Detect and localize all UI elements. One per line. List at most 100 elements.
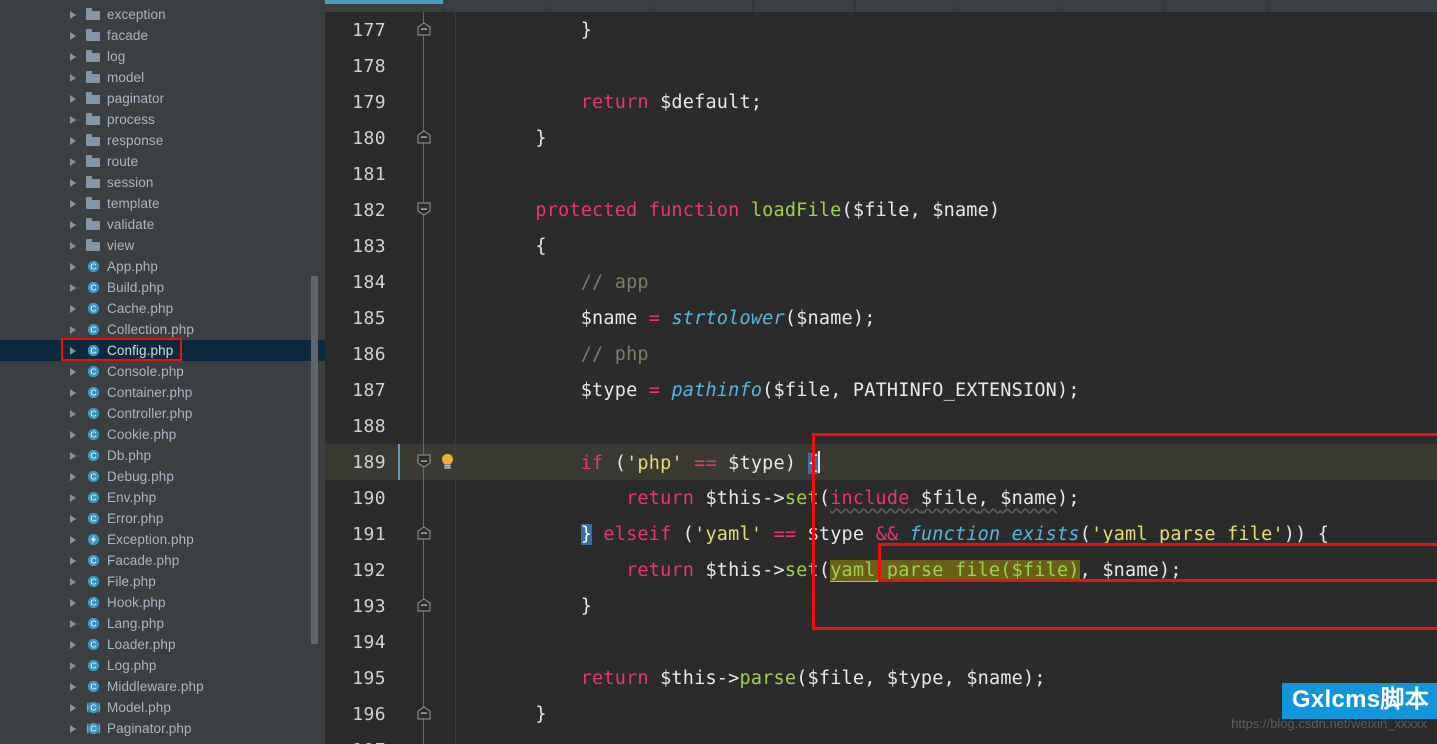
expand-arrow-icon[interactable]: [68, 261, 80, 273]
file-tree-item[interactable]: C Hook.php: [0, 592, 325, 613]
file-tree-item[interactable]: C Model.php: [0, 697, 325, 718]
code-fold-toggle-icon[interactable]: [416, 453, 432, 469]
line-number[interactable]: 194: [325, 632, 395, 653]
expand-arrow-icon[interactable]: [68, 72, 80, 84]
code-line-text[interactable]: }: [490, 128, 1437, 149]
code-line[interactable]: 191 } elseif ('yaml' == $type && functio…: [325, 516, 1437, 552]
expand-arrow-icon[interactable]: [68, 114, 80, 126]
code-line-text[interactable]: $type = pathinfo($file, PATHINFO_EXTENSI…: [490, 380, 1437, 401]
file-tree-item[interactable]: paginator: [0, 88, 325, 109]
code-line[interactable]: 197: [325, 732, 1437, 744]
code-line[interactable]: 192 return $this->set(yaml_parse_file($f…: [325, 552, 1437, 588]
line-number[interactable]: 183: [325, 236, 395, 257]
code-line-text[interactable]: }: [490, 596, 1437, 617]
line-number[interactable]: 197: [325, 740, 395, 744]
code-line-text[interactable]: }: [490, 20, 1437, 41]
expand-arrow-icon[interactable]: [68, 471, 80, 483]
expand-arrow-icon[interactable]: [68, 366, 80, 378]
file-tree-item[interactable]: C Lang.php: [0, 613, 325, 634]
code-line-text[interactable]: return $this->set(include $file, $name);: [490, 488, 1437, 509]
expand-arrow-icon[interactable]: [68, 723, 80, 735]
line-number[interactable]: 181: [325, 164, 395, 185]
file-tree-item[interactable]: C Config.php: [0, 340, 325, 361]
code-line[interactable]: 193 }: [325, 588, 1437, 624]
expand-arrow-icon[interactable]: [68, 450, 80, 462]
line-number[interactable]: 191: [325, 524, 395, 545]
code-fold-toggle-icon[interactable]: [416, 597, 432, 613]
file-tree-item[interactable]: C Error.php: [0, 508, 325, 529]
editor-gutter[interactable]: [395, 444, 490, 480]
file-tree-item[interactable]: C Debug.php: [0, 466, 325, 487]
editor-gutter[interactable]: [395, 624, 490, 660]
editor-gutter[interactable]: [395, 372, 490, 408]
file-tree-item[interactable]: C Paginator.php: [0, 718, 325, 739]
line-number[interactable]: 192: [325, 560, 395, 581]
file-tree-item[interactable]: C Collection.php: [0, 319, 325, 340]
code-line[interactable]: 189 if ('php' == $type) {: [325, 444, 1437, 480]
line-number[interactable]: 180: [325, 128, 395, 149]
file-tree-item[interactable]: exception: [0, 4, 325, 25]
code-line-text[interactable]: return $default;: [490, 92, 1437, 113]
editor-gutter[interactable]: [395, 552, 490, 588]
line-number[interactable]: 188: [325, 416, 395, 437]
code-line-text[interactable]: return $this->set(yaml_parse_file($file)…: [490, 559, 1437, 582]
line-number[interactable]: 189: [325, 452, 395, 473]
project-file-tree-panel[interactable]: exception facade log model paginator process r…: [0, 0, 325, 744]
editor-gutter[interactable]: [395, 516, 490, 552]
editor-gutter[interactable]: [395, 156, 490, 192]
editor-gutter[interactable]: [395, 264, 490, 300]
expand-arrow-icon[interactable]: [68, 198, 80, 210]
file-tree-item[interactable]: C Cache.php: [0, 298, 325, 319]
expand-arrow-icon[interactable]: [68, 9, 80, 21]
editor-gutter[interactable]: [395, 84, 490, 120]
line-number[interactable]: 179: [325, 92, 395, 113]
expand-arrow-icon[interactable]: [68, 429, 80, 441]
expand-arrow-icon[interactable]: [68, 639, 80, 651]
file-tree-item[interactable]: route: [0, 151, 325, 172]
expand-arrow-icon[interactable]: [68, 660, 80, 672]
code-line-text[interactable]: {: [490, 236, 1437, 257]
editor-gutter[interactable]: [395, 696, 490, 732]
editor-gutter[interactable]: [395, 12, 490, 48]
expand-arrow-icon[interactable]: [68, 576, 80, 588]
file-tree-item[interactable]: template: [0, 193, 325, 214]
file-tree-item[interactable]: C Log.php: [0, 655, 325, 676]
file-tree-item[interactable]: C Loader.php: [0, 634, 325, 655]
file-tree-list[interactable]: exception facade log model paginator process r…: [0, 0, 325, 739]
code-line[interactable]: 177 }: [325, 12, 1437, 48]
code-line-text[interactable]: } elseif ('yaml' == $type && function_ex…: [490, 523, 1437, 545]
code-line[interactable]: 187 $type = pathinfo($file, PATHINFO_EXT…: [325, 372, 1437, 408]
line-number[interactable]: 182: [325, 200, 395, 221]
file-tree-item[interactable]: model: [0, 67, 325, 88]
code-lines-container[interactable]: 177 } 178 179 return $default; 180 } 181 182 …: [325, 12, 1437, 744]
expand-arrow-icon[interactable]: [68, 177, 80, 189]
expand-arrow-icon[interactable]: [68, 702, 80, 714]
code-editor-panel[interactable]: 177 } 178 179 return $default; 180 } 181 182 …: [325, 0, 1437, 744]
code-line-text[interactable]: // app: [490, 272, 1437, 293]
file-tree-item[interactable]: C Console.php: [0, 361, 325, 382]
line-number[interactable]: 184: [325, 272, 395, 293]
code-line[interactable]: 185 $name = strtolower($name);: [325, 300, 1437, 336]
code-fold-toggle-icon[interactable]: [416, 201, 432, 217]
line-number[interactable]: 195: [325, 668, 395, 689]
editor-gutter[interactable]: [395, 120, 490, 156]
code-line-text[interactable]: if ('php' == $type) {: [490, 450, 1437, 474]
editor-tab-bar[interactable]: [325, 0, 1437, 12]
expand-arrow-icon[interactable]: [68, 345, 80, 357]
code-line-text[interactable]: protected function loadFile($file, $name…: [490, 200, 1437, 221]
expand-arrow-icon[interactable]: [68, 618, 80, 630]
code-line[interactable]: 190 return $this->set(include $file, $na…: [325, 480, 1437, 516]
expand-arrow-icon[interactable]: [68, 93, 80, 105]
expand-arrow-icon[interactable]: [68, 324, 80, 336]
line-number[interactable]: 193: [325, 596, 395, 617]
line-number[interactable]: 178: [325, 56, 395, 77]
code-line-text[interactable]: $name = strtolower($name);: [490, 308, 1437, 329]
code-line[interactable]: 179 return $default;: [325, 84, 1437, 120]
code-line[interactable]: 178: [325, 48, 1437, 84]
file-tree-item[interactable]: C Middleware.php: [0, 676, 325, 697]
editor-gutter[interactable]: [395, 660, 490, 696]
file-tree-item[interactable]: C Db.php: [0, 445, 325, 466]
code-fold-toggle-icon[interactable]: [416, 705, 432, 721]
expand-arrow-icon[interactable]: [68, 597, 80, 609]
expand-arrow-icon[interactable]: [68, 681, 80, 693]
